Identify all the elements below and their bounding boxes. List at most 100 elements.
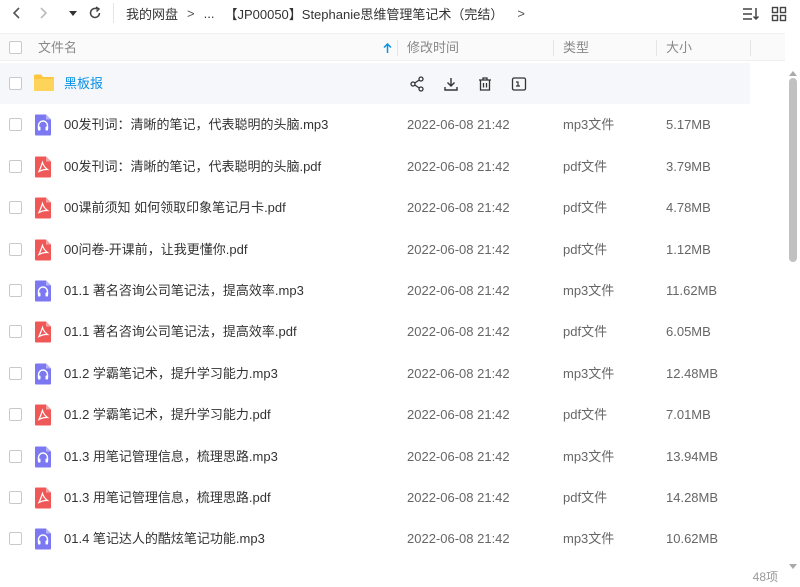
file-row[interactable]: 00发刊词：清晰的笔记，代表聪明的头脑.mp3 2022-06-08 21:42 m… [0,104,785,145]
file-type: mp3文件 [563,365,615,381]
file-type: mp3文件 [563,282,615,298]
file-modified-date: 2022-06-08 21:42 [407,324,510,340]
folder-row[interactable]: 黑板报 [0,63,750,105]
scrollbar-thumb[interactable] [789,78,797,262]
file-name[interactable]: 01.1 著名咨询公司笔记法，提高效率.pdf [64,311,297,352]
delete-icon[interactable] [475,74,495,94]
audio-file-icon [33,446,53,471]
vertical-scrollbar[interactable] [787,62,799,572]
sort-order-icon[interactable] [740,3,762,25]
more-actions-icon[interactable] [509,74,529,94]
row-checkbox[interactable] [9,159,22,173]
file-size: 3.79MB [666,158,711,174]
file-type: pdf文件 [563,241,608,257]
pdf-file-icon [33,487,53,512]
file-row[interactable]: 01.2 学霸笔记术，提升学习能力.mp3 2022-06-08 21:42 mp3… [0,353,785,394]
row-checkbox[interactable] [9,449,22,463]
select-all-checkbox[interactable] [9,41,22,54]
file-name[interactable]: 01.1 著名咨询公司笔记法，提高效率.mp3 [64,270,304,311]
file-name[interactable]: 01.2 学霸笔记术，提升学习能力.pdf [64,394,271,435]
row-checkbox[interactable] [9,201,22,215]
file-size: 13.94MB [666,448,719,464]
file-rows: 00发刊词：清晰的笔记，代表聪明的头脑.mp3 2022-06-08 21:42 m… [0,104,785,559]
history-dropdown-icon[interactable] [62,2,84,24]
file-name[interactable]: 01.3 用笔记管理信息，梳理思路.pdf [64,477,271,518]
file-type: mp3文件 [563,117,615,133]
file-type: pdf文件 [563,489,608,505]
breadcrumb: 我的网盘 > ... 【JP00050】Stephanie思维管理笔记术（完结）… [126,4,534,23]
scroll-up-icon[interactable] [789,64,797,79]
file-name[interactable]: 00问卷-开课前，让我更懂你.pdf [64,229,247,270]
file-modified-date: 2022-06-08 21:42 [407,407,510,423]
breadcrumb-separator[interactable]: > [517,6,525,21]
row-checkbox[interactable] [9,490,22,504]
file-size: 14.28MB [666,489,719,505]
column-divider [397,40,398,56]
row-checkbox[interactable] [9,118,22,132]
file-type: pdf文件 [563,407,608,423]
row-checkbox[interactable] [9,366,22,380]
breadcrumb-root[interactable]: 我的网盘 [126,4,178,23]
toolbar-divider [113,3,114,23]
breadcrumb-ellipsis[interactable]: ... [204,6,215,21]
file-name[interactable]: 00发刊词：清晰的笔记，代表聪明的头脑.mp3 [64,104,328,145]
file-size: 7.01MB [666,407,711,423]
file-name[interactable]: 00发刊词：清晰的笔记，代表聪明的头脑.pdf [64,146,321,187]
file-row[interactable]: 01.4 笔记达人的酷炫笔记功能.mp3 2022-06-08 21:42 mp3文… [0,518,785,559]
file-size: 11.62MB [666,282,718,298]
file-modified-date: 2022-06-08 21:42 [407,365,510,381]
download-icon[interactable] [441,74,461,94]
file-name[interactable]: 00课前须知 如何领取印象笔记月卡.pdf [64,187,286,228]
row-checkbox[interactable] [9,325,22,339]
grid-view-icon[interactable] [768,3,790,25]
column-header-type[interactable]: 类型 [563,34,589,62]
folder-name[interactable]: 黑板报 [64,63,103,104]
file-size: 6.05MB [666,324,711,340]
audio-file-icon [33,528,53,553]
file-row[interactable]: 01.3 用笔记管理信息，梳理思路.pdf 2022-06-08 21:42 pdf… [0,477,785,518]
file-row[interactable]: 01.1 著名咨询公司笔记法，提高效率.pdf 2022-06-08 21:42 p… [0,311,785,352]
file-modified-date: 2022-06-08 21:42 [407,448,510,464]
row-checkbox[interactable] [9,242,22,256]
file-modified-date: 2022-06-08 21:42 [407,282,510,298]
pdf-file-icon [33,239,53,264]
column-divider [750,40,751,56]
file-size: 4.78MB [666,200,711,216]
file-modified-date: 2022-06-08 21:42 [407,489,510,505]
row-checkbox[interactable] [9,77,22,90]
file-row[interactable]: 00问卷-开课前，让我更懂你.pdf 2022-06-08 21:42 pdf文件 1… [0,229,785,270]
sort-ascending-icon[interactable] [383,42,392,57]
file-type: pdf文件 [563,324,608,340]
column-header-modified[interactable]: 修改时间 [407,34,459,62]
column-header-size[interactable]: 大小 [666,34,692,62]
file-row[interactable]: 01.3 用笔记管理信息，梳理思路.mp3 2022-06-08 21:42 mp3… [0,436,785,477]
file-name[interactable]: 01.4 笔记达人的酷炫笔记功能.mp3 [64,518,265,559]
file-row[interactable]: 01.1 著名咨询公司笔记法，提高效率.mp3 2022-06-08 21:42 m… [0,270,785,311]
folder-icon [33,73,55,96]
back-arrow-icon[interactable] [6,2,28,24]
row-checkbox[interactable] [9,532,22,546]
column-header-name[interactable]: 文件名 [38,34,77,62]
breadcrumb-current-folder[interactable]: 【JP00050】Stephanie思维管理笔记术（完结） [224,4,503,23]
refresh-icon[interactable] [84,2,106,24]
file-name[interactable]: 01.3 用笔记管理信息，梳理思路.mp3 [64,436,278,477]
top-navigation-bar: 我的网盘 > ... 【JP00050】Stephanie思维管理笔记术（完结）… [0,0,800,26]
file-modified-date: 2022-06-08 21:42 [407,200,510,216]
share-icon[interactable] [407,74,427,94]
scroll-down-icon[interactable] [789,558,797,573]
file-size: 5.17MB [666,117,711,133]
file-name[interactable]: 01.2 学霸笔记术，提升学习能力.mp3 [64,353,278,394]
row-checkbox[interactable] [9,408,22,422]
forward-arrow-icon[interactable] [32,2,54,24]
file-type: mp3文件 [563,448,615,464]
file-modified-date: 2022-06-08 21:42 [407,241,510,257]
file-row[interactable]: 00课前须知 如何领取印象笔记月卡.pdf 2022-06-08 21:42 pdf… [0,187,785,228]
file-size: 10.62MB [666,531,719,547]
row-actions [407,74,529,94]
file-list: 黑板报 00发刊词：清晰的笔记，代表聪明的头脑.mp3 2022-06-08 21… [0,63,785,560]
column-divider [656,40,657,56]
file-row[interactable]: 01.2 学霸笔记术，提升学习能力.pdf 2022-06-08 21:42 pdf… [0,394,785,435]
file-row[interactable]: 00发刊词：清晰的笔记，代表聪明的头脑.pdf 2022-06-08 21:42 p… [0,146,785,187]
file-type: pdf文件 [563,200,608,216]
row-checkbox[interactable] [9,283,22,297]
